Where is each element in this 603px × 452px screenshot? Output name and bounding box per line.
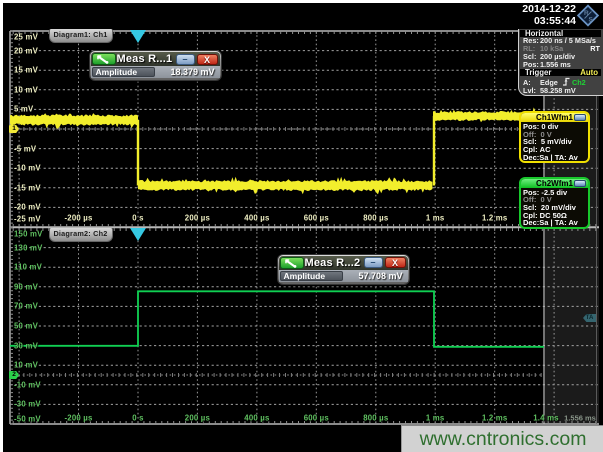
svg-text:S: S [589, 17, 594, 24]
